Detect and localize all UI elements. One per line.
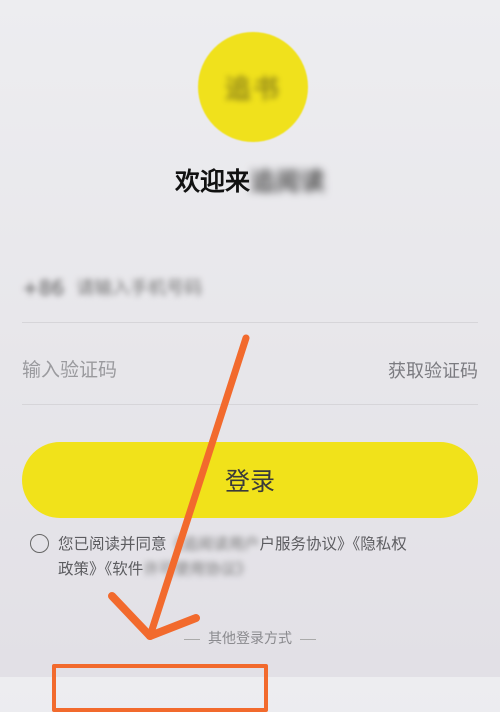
arrow-head-left xyxy=(108,592,154,640)
arrow-shaft xyxy=(146,334,250,640)
annotation-arrow-icon xyxy=(108,334,250,640)
